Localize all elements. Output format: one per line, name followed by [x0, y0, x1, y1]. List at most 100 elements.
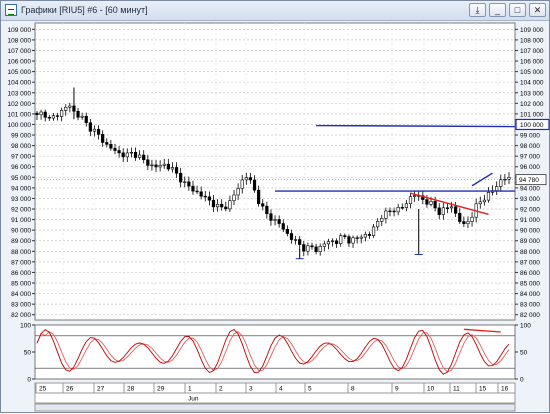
pin-button[interactable]: ⤓	[469, 3, 486, 17]
minimize-button[interactable]: _	[489, 3, 506, 17]
candle-body	[215, 203, 220, 208]
candle-body	[265, 205, 269, 215]
candle-body	[466, 221, 470, 225]
time-axis-months	[34, 392, 516, 404]
candle-body	[281, 223, 285, 230]
candle-body	[433, 201, 437, 209]
price-label-right: 106 000	[520, 59, 544, 66]
candle-body	[142, 154, 146, 161]
candle-body	[351, 237, 355, 244]
candle-body	[495, 186, 499, 191]
candle-body	[437, 207, 441, 215]
day-label: 3	[249, 386, 253, 393]
candle-body	[445, 207, 450, 209]
candle-body	[170, 167, 175, 170]
day-label: 5	[308, 386, 312, 393]
candle-body	[326, 241, 331, 245]
day-label: 2	[219, 386, 223, 393]
price-label-right: 83 000	[520, 302, 540, 309]
candle-body	[47, 117, 51, 119]
price-label-right: 107 000	[520, 48, 544, 55]
price-label-left: 109 000	[8, 27, 32, 34]
price-label-left: 93 000	[11, 196, 31, 203]
candle-body	[429, 201, 433, 205]
candle-body	[244, 177, 248, 181]
price-label-right: 103 000	[520, 90, 544, 97]
candle-body	[441, 207, 445, 215]
candle-body	[363, 234, 367, 238]
candle-body	[179, 172, 183, 183]
price-label-left: 90 000	[11, 228, 31, 235]
day-label: 27	[97, 386, 105, 393]
price-label-left: 92 000	[11, 207, 31, 214]
candle-body	[64, 106, 68, 111]
horizontal-scrollbar[interactable]	[34, 403, 516, 412]
candle-body	[310, 245, 314, 248]
price-label-right: 96 000	[520, 164, 540, 171]
candle-body	[88, 122, 92, 132]
price-label-right: 94 000	[520, 185, 540, 192]
chart-canvas[interactable]: 109 000 109 000 108 000 108 000 107 000 107 0…	[1, 21, 550, 414]
day-label: 1	[188, 386, 192, 393]
oscillator-label-right: 50	[520, 350, 528, 357]
candle-body	[478, 201, 482, 205]
candle-body	[306, 245, 310, 252]
candle-body	[224, 206, 228, 210]
candle-body	[359, 236, 363, 239]
price-label-left: 104 000	[8, 80, 32, 87]
price-label-left: 98 000	[11, 143, 31, 150]
price-label-right: 105 000	[520, 69, 544, 76]
candle-body	[76, 110, 80, 118]
candle-body	[454, 206, 458, 214]
day-label: 29	[157, 386, 165, 393]
candle-body	[507, 177, 511, 180]
day-label: 26	[66, 386, 74, 393]
price-label-right: 87 000	[520, 259, 540, 266]
price-label-left: 86 000	[11, 270, 31, 277]
candle-body	[220, 203, 224, 208]
candle-body	[273, 219, 277, 221]
candle-body	[146, 159, 150, 166]
oscillator-panel[interactable]	[34, 324, 516, 380]
candle-body	[486, 192, 491, 201]
maximize-button[interactable]: □	[509, 3, 526, 17]
candle-body	[80, 115, 84, 118]
chart-app-icon	[5, 4, 17, 16]
title-bar[interactable]: Графики [RIU5] #6 - [60 минут] ⤓ _ □ ✕	[1, 1, 549, 21]
price-label-left: 99 000	[11, 133, 31, 140]
oscillator-label-left: 0	[27, 377, 31, 384]
candle-body	[121, 152, 125, 158]
price-label-right: 84 000	[520, 291, 540, 298]
day-label: 16	[501, 386, 509, 393]
candle-body	[470, 216, 474, 222]
candle-body	[133, 151, 138, 158]
price-label-right: 101 000	[520, 111, 544, 118]
day-label: 28	[127, 386, 135, 393]
candle-body	[458, 213, 462, 222]
candle-body	[257, 189, 261, 204]
close-button[interactable]: ✕	[529, 3, 546, 17]
oscillator-label-right: 100	[520, 323, 531, 330]
candle-body	[261, 203, 265, 207]
price-panel[interactable]	[34, 22, 516, 321]
candle-body	[199, 191, 203, 197]
candle-body	[105, 142, 109, 145]
candle-body	[285, 228, 289, 234]
candle-body	[39, 111, 43, 116]
candle-body	[392, 210, 396, 213]
candle-body	[408, 196, 413, 205]
price-label-left: 87 000	[11, 259, 31, 266]
candle-body	[154, 164, 158, 168]
candle-body	[162, 163, 166, 166]
price-label-right: 92 000	[520, 207, 540, 214]
candle-body	[371, 226, 376, 236]
candle-body	[449, 206, 454, 209]
candle-body	[269, 213, 273, 221]
price-label-left: 94 000	[11, 185, 31, 192]
candle-body	[322, 243, 326, 247]
price-label-left: 95 000	[11, 175, 31, 182]
price-label-right: 90 000	[520, 228, 540, 235]
candle-body	[191, 185, 195, 192]
candle-body	[462, 221, 466, 225]
price-label-left: 89 000	[11, 238, 31, 245]
